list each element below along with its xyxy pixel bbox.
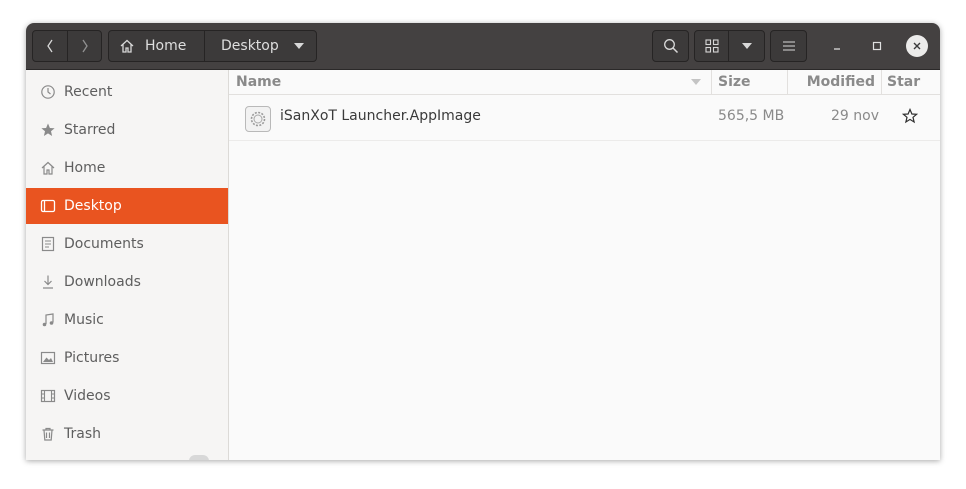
file-modified: 29 nov: [831, 108, 879, 124]
document-icon: [40, 236, 56, 252]
sidebar-item-label: Music: [64, 312, 104, 328]
sort-arrow-icon: [691, 79, 701, 85]
sidebar-item-desktop[interactable]: Desktop: [26, 188, 228, 224]
sidebar-scroll-handle[interactable]: [189, 455, 209, 460]
sidebar-item-label: Pictures: [64, 350, 120, 366]
minimize-icon: [834, 48, 840, 50]
sidebar-item-label: Starred: [64, 122, 116, 138]
desktop-icon: [40, 198, 56, 214]
chevron-right-icon: [81, 39, 88, 53]
sidebar-item-music[interactable]: Music: [26, 302, 228, 338]
chevron-left-icon: [47, 39, 53, 53]
sidebar-item-starred[interactable]: Starred: [26, 112, 228, 148]
music-icon: [40, 312, 56, 328]
download-icon: [40, 274, 56, 290]
sidebar-item-recent[interactable]: Recent: [26, 74, 228, 110]
executable-file-icon: [245, 106, 271, 132]
grid-view-icon: [704, 39, 719, 53]
maximize-button[interactable]: [867, 36, 887, 56]
sidebar: Recent Starred Home Desktop Documents Do…: [26, 70, 229, 460]
path-button-desktop[interactable]: Desktop: [204, 30, 317, 62]
file-manager-window: Home Desktop Recent Starred Home Desktop…: [26, 23, 940, 460]
picture-icon: [40, 350, 56, 366]
file-list-view: Name Size Modified Star iSanXoT Launcher…: [229, 70, 940, 460]
sidebar-item-pictures[interactable]: Pictures: [26, 340, 228, 376]
column-header-name[interactable]: Name: [236, 70, 711, 94]
sidebar-item-home[interactable]: Home: [26, 150, 228, 186]
hamburger-menu-icon: [782, 41, 795, 51]
star-icon: [40, 122, 56, 138]
sidebar-item-downloads[interactable]: Downloads: [26, 264, 228, 300]
sidebar-item-label: Documents: [64, 236, 144, 252]
column-header-modified[interactable]: Modified: [787, 70, 882, 94]
maximize-icon: [872, 41, 882, 51]
close-button[interactable]: [906, 35, 928, 57]
column-header-star[interactable]: Star: [881, 70, 940, 94]
column-header-row: Name Size Modified Star: [229, 70, 940, 95]
sidebar-item-documents[interactable]: Documents: [26, 226, 228, 262]
search-button[interactable]: [652, 30, 689, 62]
home-icon: [40, 160, 56, 176]
search-icon: [663, 39, 678, 54]
path-button-home[interactable]: Home: [108, 30, 205, 62]
sidebar-item-label: Desktop: [64, 198, 122, 214]
column-header-size[interactable]: Size: [711, 70, 787, 94]
headerbar: Home Desktop: [26, 23, 940, 70]
main-menu-button[interactable]: [770, 30, 807, 62]
sidebar-item-videos[interactable]: Videos: [26, 378, 228, 414]
star-outline-icon[interactable]: [902, 108, 918, 124]
file-row[interactable]: iSanXoT Launcher.AppImage 565,5 MB 29 no…: [229, 95, 940, 141]
sidebar-item-label: Home: [64, 160, 106, 176]
trash-icon: [40, 426, 56, 442]
minimize-button[interactable]: [827, 36, 847, 56]
sidebar-item-label: Downloads: [64, 274, 141, 290]
home-icon: [120, 39, 134, 53]
path-desktop-label: Desktop: [221, 38, 279, 54]
view-toggle-button[interactable]: [694, 30, 729, 62]
back-button[interactable]: [32, 30, 68, 62]
path-home-label: Home: [145, 38, 187, 54]
sidebar-item-label: Videos: [64, 388, 111, 404]
close-icon: [913, 42, 921, 50]
video-icon: [40, 388, 56, 404]
file-size: 565,5 MB: [718, 108, 785, 124]
dropdown-arrow-icon: [741, 43, 752, 49]
clock-icon: [40, 84, 56, 100]
sidebar-item-label: Trash: [64, 426, 101, 442]
sidebar-item-label: Recent: [64, 84, 113, 100]
view-options-button[interactable]: [728, 30, 765, 62]
forward-button[interactable]: [67, 30, 102, 62]
sidebar-item-trash[interactable]: Trash: [26, 416, 228, 452]
file-name: iSanXoT Launcher.AppImage: [280, 108, 481, 124]
dropdown-arrow-icon: [294, 43, 304, 49]
